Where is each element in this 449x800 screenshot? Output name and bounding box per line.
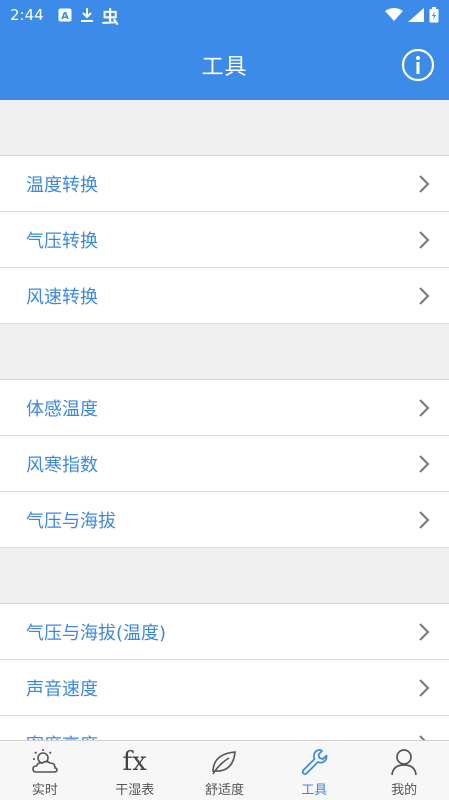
wifi-icon bbox=[385, 8, 403, 22]
list-item-wind-chill[interactable]: 风寒指数 bbox=[0, 436, 449, 492]
status-time: 2:44 bbox=[10, 6, 44, 24]
list-item-label: 声音速度 bbox=[26, 678, 98, 700]
info-icon bbox=[401, 48, 435, 82]
status-bar: 2:44 A 虫 bbox=[0, 0, 449, 30]
chevron-right-icon bbox=[417, 510, 431, 530]
list-item-label: 气压转换 bbox=[26, 230, 98, 252]
chevron-right-icon bbox=[417, 174, 431, 194]
list-item-pressure-conversion[interactable]: 气压转换 bbox=[0, 212, 449, 268]
chevron-right-icon bbox=[417, 398, 431, 418]
list-item-label: 气压与海拔(温度) bbox=[26, 622, 167, 644]
signal-icon bbox=[408, 8, 424, 22]
section-divider bbox=[0, 548, 449, 604]
chevron-right-icon bbox=[417, 286, 431, 306]
list-item-apparent-temperature[interactable]: 体感温度 bbox=[0, 380, 449, 436]
battery-icon bbox=[429, 7, 439, 23]
list-item-temperature-conversion[interactable]: 温度转换 bbox=[0, 156, 449, 212]
person-icon bbox=[389, 747, 419, 777]
bug-icon: 虫 bbox=[101, 7, 119, 28]
list-item-label: 温度转换 bbox=[26, 174, 98, 196]
list-item-label: 体感温度 bbox=[26, 398, 98, 420]
nav-item-psychrometer[interactable]: fx 干湿表 bbox=[90, 741, 180, 800]
list-item-speed-of-sound[interactable]: 声音速度 bbox=[0, 660, 449, 716]
nav-item-realtime[interactable]: 实时 bbox=[0, 741, 90, 800]
tool-list[interactable]: 温度转换 气压转换 风速转换 体感温度 风寒指数 气压与海拔 气压与海拔(温度) bbox=[0, 100, 449, 740]
svg-text:A: A bbox=[61, 11, 69, 22]
section-divider bbox=[0, 100, 449, 156]
nav-label: 干湿表 bbox=[115, 783, 155, 798]
list-item-density-altitude[interactable]: 密度高度 bbox=[0, 716, 449, 740]
list-group-advanced: 气压与海拔(温度) 声音速度 密度高度 bbox=[0, 604, 449, 740]
leaf-icon bbox=[209, 747, 239, 777]
bottom-nav: 实时 fx 干湿表 舒适度 工具 我的 bbox=[0, 740, 449, 800]
chevron-right-icon bbox=[417, 454, 431, 474]
list-item-wind-speed-conversion[interactable]: 风速转换 bbox=[0, 268, 449, 324]
list-group-conversion: 温度转换 气压转换 风速转换 bbox=[0, 156, 449, 324]
nav-item-tools[interactable]: 工具 bbox=[269, 741, 359, 800]
nav-label: 我的 bbox=[391, 783, 418, 798]
list-item-label: 风速转换 bbox=[26, 286, 98, 308]
page-title: 工具 bbox=[201, 55, 248, 80]
list-item-pressure-altitude[interactable]: 气压与海拔 bbox=[0, 492, 449, 548]
nav-label: 舒适度 bbox=[204, 783, 244, 798]
fx-icon: fx bbox=[122, 747, 147, 777]
nav-item-comfort[interactable]: 舒适度 bbox=[180, 741, 270, 800]
download-icon bbox=[80, 7, 94, 23]
app-bar: 工具 bbox=[0, 30, 449, 100]
list-item-label: 密度高度 bbox=[26, 731, 417, 741]
chevron-right-icon bbox=[417, 230, 431, 250]
keyboard-a-icon: A bbox=[58, 8, 72, 22]
nav-label: 实时 bbox=[31, 783, 58, 798]
nav-label: 工具 bbox=[301, 783, 328, 798]
wrench-icon bbox=[299, 747, 329, 777]
list-item-label: 风寒指数 bbox=[26, 454, 98, 476]
info-button[interactable] bbox=[401, 48, 435, 82]
list-item-pressure-altitude-temperature[interactable]: 气压与海拔(温度) bbox=[0, 604, 449, 660]
chevron-right-icon bbox=[417, 622, 431, 642]
chevron-right-icon bbox=[417, 678, 431, 698]
list-group-indices: 体感温度 风寒指数 气压与海拔 bbox=[0, 380, 449, 548]
nav-item-mine[interactable]: 我的 bbox=[359, 741, 449, 800]
section-divider bbox=[0, 324, 449, 380]
status-right bbox=[385, 7, 439, 23]
list-item-label: 气压与海拔 bbox=[26, 510, 116, 532]
status-left: 2:44 A 虫 bbox=[10, 3, 119, 28]
weather-icon bbox=[30, 747, 60, 777]
